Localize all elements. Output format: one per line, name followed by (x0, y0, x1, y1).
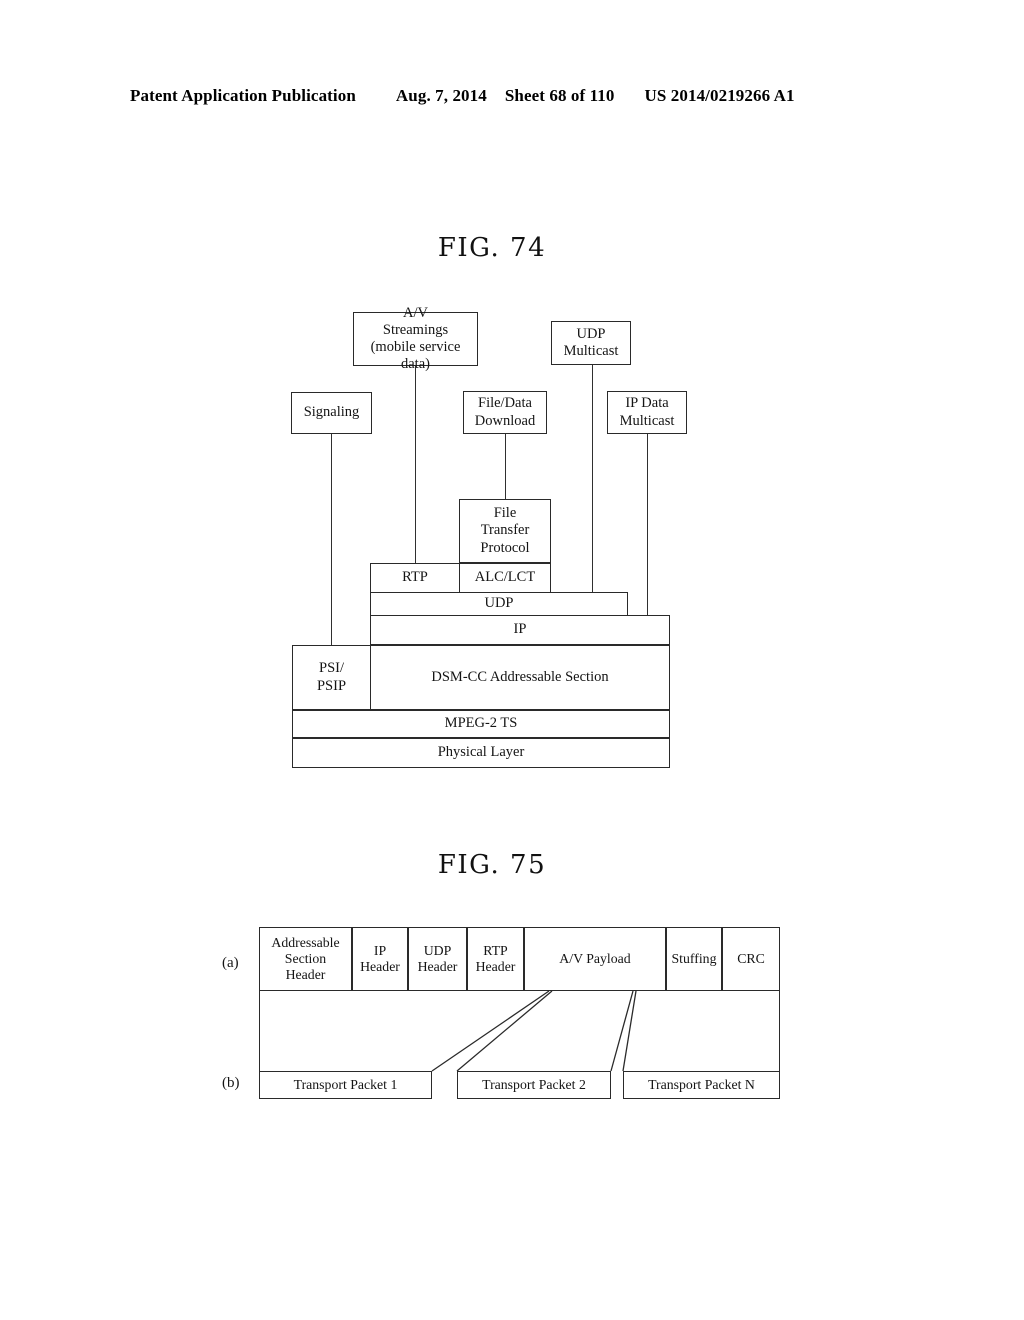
block-file-data-download-line2: Download (474, 412, 536, 429)
block-physical-layer: Physical Layer (292, 738, 670, 768)
block-alc-lct: ALC/LCT (459, 563, 551, 593)
block-ip-layer-label: IP (513, 621, 527, 638)
block-signaling: Signaling (291, 392, 372, 434)
block-udp-layer-label: UDP (484, 595, 514, 612)
block-av-streamings-line2: Streamings (382, 321, 449, 338)
block-udp-multicast-line1: UDP (576, 325, 606, 342)
header-sheet: Sheet 68 of 110 (504, 86, 615, 105)
page-header: Patent Application Publication Aug. 7, 2… (130, 86, 890, 112)
block-dsmcc-addressable-section: DSM-CC Addressable Section (370, 645, 670, 710)
block-psi-psip-line1: PSI/ (319, 660, 344, 677)
block-physical-layer-label: Physical Layer (437, 744, 525, 761)
transport-packet-1-label: Transport Packet 1 (293, 1076, 398, 1092)
connector-signaling-to-psi-psip (331, 434, 332, 645)
block-udp-multicast-line2: Multicast (563, 343, 619, 359)
connector-file-data-download-to-ftp (505, 434, 506, 499)
block-udp-layer: UDP (370, 592, 628, 616)
transport-packet-n: Transport Packet N (623, 1071, 780, 1099)
transport-packet-2-label: Transport Packet 2 (482, 1076, 586, 1092)
block-ftp-line2: Transfer (480, 522, 530, 539)
header-publication: Patent Application Publication (130, 86, 356, 105)
transport-packet-1: Transport Packet 1 (259, 1071, 432, 1099)
block-av-streamings-line1: A/V (403, 304, 428, 321)
transport-packet-2: Transport Packet 2 (457, 1071, 611, 1099)
block-rtp-label: RTP (402, 569, 428, 586)
block-mpeg2-ts: MPEG-2 TS (292, 710, 670, 738)
block-ip-layer: IP (370, 615, 670, 645)
block-alc-lct-label: ALC/LCT (474, 569, 536, 586)
block-mpeg2-ts-label: MPEG-2 TS (444, 715, 518, 732)
block-av-streamings: A/V Streamings (mobile service data) (353, 305, 478, 372)
block-rtp: RTP (370, 563, 460, 593)
block-file-data-download-line1: File/Data (478, 395, 532, 412)
connector-udp-multicast-to-udp (592, 365, 593, 592)
block-psi-psip: PSI/ PSIP (292, 645, 371, 710)
header-date: Aug. 7, 2014 (395, 86, 487, 105)
block-file-data-download: File/Data Download (463, 391, 547, 434)
block-ip-data-multicast-line1: IP Data (625, 395, 669, 412)
connector-av-streamings-to-rtp (415, 366, 416, 563)
block-file-transfer-protocol: File Transfer Protocol (459, 499, 551, 563)
connector-ip-data-multicast-to-ip (647, 434, 648, 615)
block-udp-multicast: UDP Multicast (551, 321, 631, 365)
block-ftp-line1: File (493, 505, 517, 522)
transport-packet-n-label: Transport Packet N (648, 1076, 755, 1092)
block-ftp-line3: Protocol (480, 539, 530, 556)
header-patent-number: US 2014/0219266 A1 (644, 86, 795, 105)
figure-75-title: FIG. 75 (437, 850, 547, 880)
figure-74-title: FIG. 74 (437, 233, 547, 263)
block-ip-data-multicast-line2: Multicast (619, 412, 675, 429)
block-ip-data-multicast: IP Data Multicast (607, 391, 687, 434)
block-signaling-label: Signaling (303, 404, 360, 421)
block-psi-psip-line2: PSIP (316, 677, 347, 694)
block-dsmcc-label: DSM-CC Addressable Section (431, 668, 609, 685)
patent-page: Patent Application Publication Aug. 7, 2… (0, 0, 1024, 1320)
